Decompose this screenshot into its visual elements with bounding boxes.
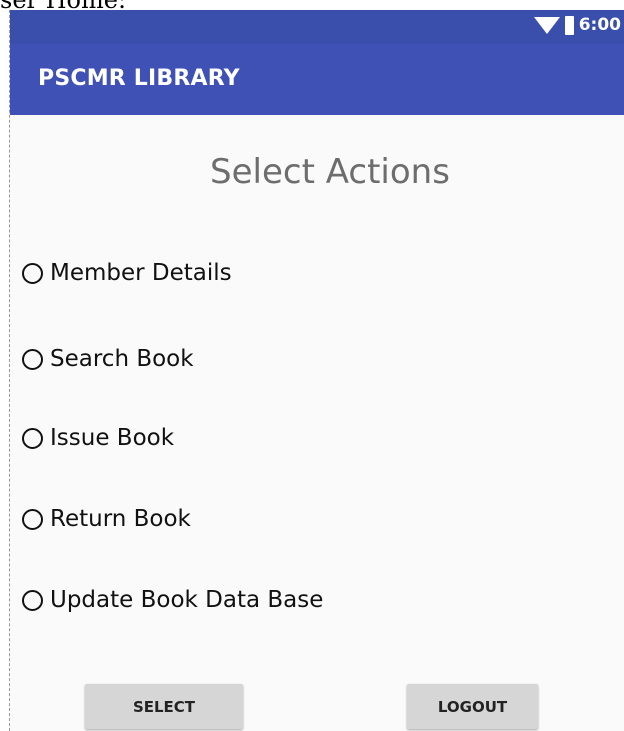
radio-button-icon[interactable] (22, 348, 43, 370)
option-member-details[interactable]: Member Details (22, 260, 232, 286)
option-update-book-database[interactable]: Update Book Data Base (22, 587, 323, 613)
page: ser Home: 6:00 PSCMR LIBRARY Select Acti… (0, 0, 624, 731)
app-title: PSCMR LIBRARY (38, 66, 240, 91)
radio-button-icon[interactable] (22, 589, 43, 611)
select-button[interactable]: SELECT (85, 684, 243, 729)
logout-button[interactable]: LOGOUT (407, 684, 538, 729)
option-label: Update Book Data Base (50, 587, 324, 613)
status-bar: 6:00 (10, 10, 624, 44)
screen-title: Select Actions (210, 152, 450, 192)
radio-button-icon[interactable] (22, 427, 43, 449)
radio-button-icon[interactable] (22, 262, 43, 284)
option-issue-book[interactable]: Issue Book (22, 425, 174, 451)
radio-button-icon[interactable] (22, 508, 43, 530)
option-label: Issue Book (50, 425, 175, 451)
status-icons: 6:00 (533, 15, 621, 35)
battery-icon (564, 15, 574, 35)
option-search-book[interactable]: Search Book (22, 346, 194, 372)
app-bar: PSCMR LIBRARY (10, 44, 624, 115)
app-screen: 6:00 PSCMR LIBRARY Select Actions Member… (9, 10, 624, 731)
option-label: Search Book (50, 346, 194, 372)
option-label: Return Book (50, 506, 191, 532)
wifi-icon (533, 16, 560, 34)
option-return-book[interactable]: Return Book (22, 506, 191, 532)
option-label: Member Details (50, 260, 232, 286)
status-time: 6:00 (578, 15, 621, 35)
